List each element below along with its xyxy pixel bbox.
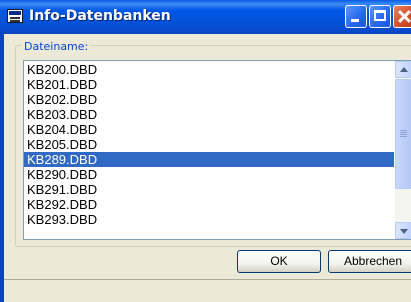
scrollbar-thumb[interactable] (395, 79, 411, 189)
list-item[interactable]: KB291.DBD (24, 182, 394, 197)
window-frame-left (0, 34, 4, 302)
list-item[interactable]: KB201.DBD (24, 77, 394, 92)
filename-label: Dateiname: (22, 40, 91, 53)
list-item[interactable]: KB293.DBD (24, 212, 394, 227)
list-item[interactable]: KB292.DBD (24, 197, 394, 212)
cancel-button[interactable]: Abbrechen (328, 250, 411, 273)
window-title: Info-Datenbanken (29, 8, 171, 24)
file-listbox[interactable]: KB200.DBD KB201.DBD KB202.DBD KB203.DBD … (23, 60, 411, 240)
list-item[interactable]: KB202.DBD (24, 92, 394, 107)
ok-button[interactable]: OK (237, 250, 321, 273)
minimize-button[interactable] (345, 5, 367, 28)
list-item[interactable]: KB205.DBD (24, 137, 394, 152)
scroll-down-arrow-icon[interactable] (395, 222, 411, 239)
list-item-selected[interactable]: KB289.DBD (24, 152, 394, 167)
app-window-icon (7, 9, 23, 23)
list-item[interactable]: KB200.DBD (24, 62, 394, 77)
list-item[interactable]: KB290.DBD (24, 167, 394, 182)
title-bar[interactable]: Info-Datenbanken (0, 0, 411, 34)
maximize-button[interactable] (369, 5, 391, 28)
close-button[interactable] (393, 5, 411, 28)
list-item[interactable]: KB204.DBD (24, 122, 394, 137)
status-strip (4, 279, 411, 302)
vertical-scrollbar[interactable] (395, 61, 411, 239)
scroll-up-arrow-icon[interactable] (395, 61, 411, 78)
list-item[interactable]: KB203.DBD (24, 107, 394, 122)
